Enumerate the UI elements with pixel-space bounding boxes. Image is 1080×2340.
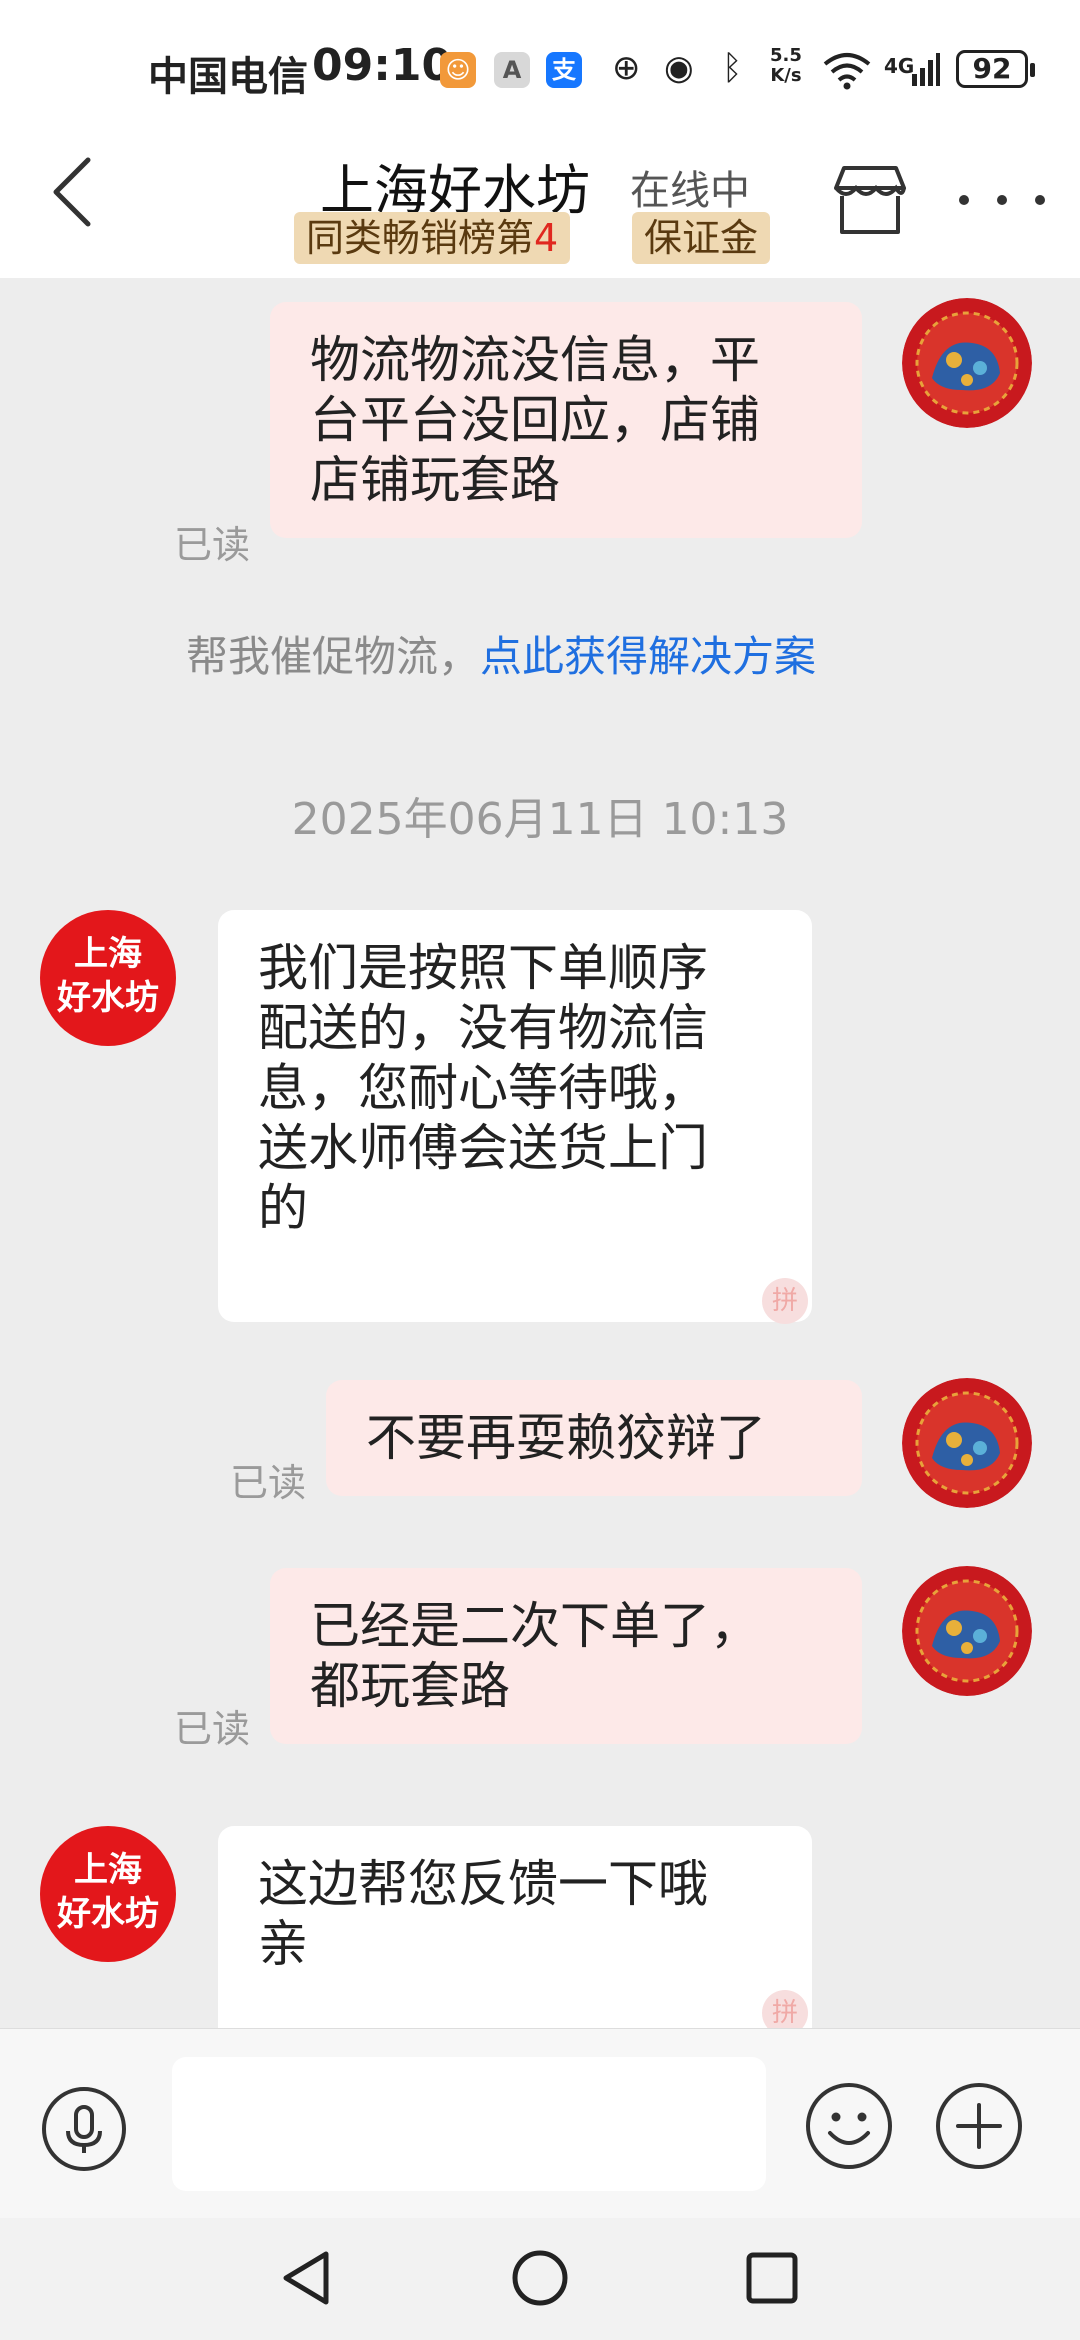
eye-comfort-icon: ◉	[664, 48, 694, 88]
system-nav-bar	[0, 2218, 1080, 2340]
my-avatar[interactable]	[902, 1378, 1032, 1508]
pinduoduo-stamp-icon: 拼	[762, 1278, 808, 1324]
my-avatar[interactable]	[902, 1566, 1032, 1696]
my-message-bubble[interactable]: 不要再耍赖狡辩了	[326, 1380, 862, 1496]
read-status: 已读	[174, 523, 251, 567]
net-speed-value: 5.5	[770, 45, 802, 66]
shop-message-bubble[interactable]: 我们是按照下单顺序 配送的，没有物流信 息，您耐心等待哦， 送水师傅会送货上门 …	[218, 910, 812, 1322]
net-speed: 5.5 K/s	[770, 46, 802, 86]
wifi-icon	[823, 53, 871, 90]
shop-avatar-line1: 上海	[74, 1850, 142, 1890]
shop-avatar-line2: 好水坊	[57, 1894, 159, 1934]
font-app-icon: A	[494, 52, 530, 88]
alipay-icon: 支	[546, 52, 582, 88]
message-timestamp: 2025年06月11日 10:13	[291, 794, 789, 845]
voice-input-icon[interactable]	[40, 2085, 128, 2173]
emoji-icon[interactable]	[804, 2081, 894, 2171]
my-message-bubble[interactable]: 物流物流没信息，平 台平台没回应，店铺 店铺玩套路	[270, 302, 862, 538]
status-bar: 中国电信 09:10 ☺ A 支 ⊕ ◉ ᛒ 5.5 K/s 4G 92	[0, 0, 1080, 130]
my-message-bubble[interactable]: 已经是二次下单了， 都玩套路	[270, 1568, 862, 1744]
online-status: 在线中	[630, 168, 750, 214]
store-icon[interactable]	[832, 164, 908, 236]
promo-text: 帮我催促物流，	[186, 632, 481, 681]
nav-recents-icon[interactable]	[740, 2246, 804, 2310]
battery-indicator: 92	[956, 50, 1035, 88]
shop-avatar-line1: 上海	[74, 934, 142, 974]
solution-link[interactable]: 点此获得解决方案	[480, 632, 816, 681]
logistics-promo: 帮我催促物流，点此获得解决方案	[186, 623, 816, 684]
carrier-label: 中国电信	[148, 54, 308, 100]
app-notification-icon: ☺	[440, 52, 476, 88]
read-status: 已读	[174, 1707, 251, 1751]
my-avatar[interactable]	[902, 298, 1032, 428]
plus-icon[interactable]	[934, 2081, 1024, 2171]
rank-badge-text: 同类畅销榜第	[306, 216, 535, 260]
shop-avatar-line2: 好水坊	[57, 978, 159, 1018]
chat-header: 上海好水坊 在线中 同类畅销榜第4 保证金	[0, 130, 1080, 278]
net-speed-unit: K/s	[770, 65, 802, 86]
deposit-badge[interactable]: 保证金	[632, 212, 771, 264]
rank-badge[interactable]: 同类畅销榜第4	[294, 212, 571, 264]
rank-badge-number: 4	[534, 216, 559, 260]
pinduoduo-stamp-icon: 拼	[762, 1990, 808, 2028]
nfc-icon: ⊕	[612, 48, 641, 88]
back-arrow-icon[interactable]	[48, 152, 108, 232]
message-input[interactable]	[172, 2057, 766, 2191]
shop-avatar[interactable]: 上海 好水坊	[40, 1826, 176, 1962]
nav-back-icon[interactable]	[276, 2246, 340, 2310]
read-status: 已读	[230, 1461, 307, 1505]
shop-message-bubble[interactable]: 这边帮您反馈一下哦 亲	[218, 1826, 812, 2028]
shop-avatar[interactable]: 上海 好水坊	[40, 910, 176, 1046]
clock: 09:10	[312, 40, 453, 91]
input-bar	[0, 2028, 1080, 2218]
nav-home-icon[interactable]	[508, 2246, 572, 2310]
signal-icon	[912, 53, 940, 86]
bluetooth-icon: ᛒ	[722, 48, 743, 88]
chat-area[interactable]: 物流物流没信息，平 台平台没回应，店铺 店铺玩套路 已读 帮我催促物流，点此获得…	[0, 278, 1080, 2028]
more-options-icon[interactable]	[952, 190, 1052, 210]
